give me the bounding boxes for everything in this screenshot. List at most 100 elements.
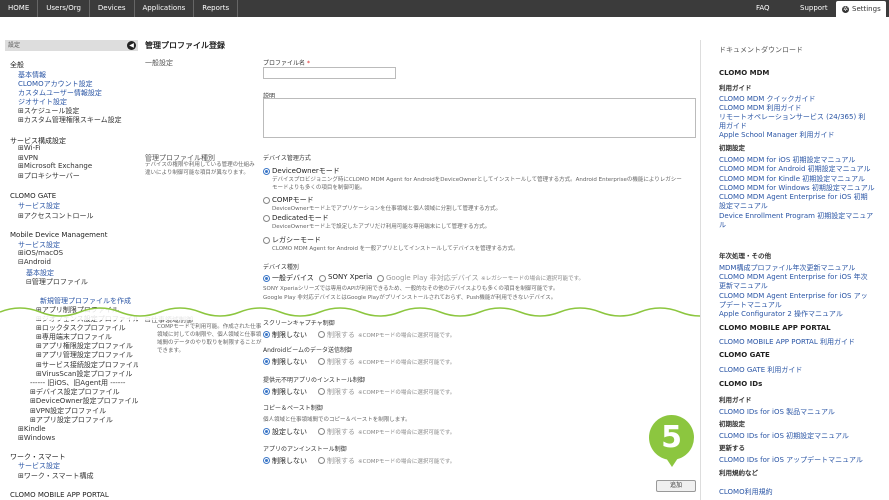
document-link[interactable]: Apple School Manager 利用ガイド: [719, 130, 835, 140]
document-link[interactable]: CLOMO GATE 利用ガイド: [719, 365, 802, 375]
sidebar-item: Mobile Device Management: [10, 231, 108, 239]
mgmt-option-radio[interactable]: [263, 237, 270, 244]
comp-note: ※COMPモードの場合に選択可能です。: [358, 390, 456, 396]
document-heading: 利用ガイド: [719, 84, 752, 92]
profile-name-label: プロファイル名 *: [263, 60, 310, 67]
device-type-noplay-radio[interactable]: [377, 275, 384, 282]
nav-applications[interactable]: Applications: [135, 0, 195, 17]
document-heading: CLOMO MOBILE APP PORTAL: [719, 324, 831, 332]
control-option-radio[interactable]: [263, 428, 270, 435]
sidebar: 設定 ◀ 全般 基本情報 CLOMOアカウント設定 カスタムユーザー情報設定 ジオサイト設…: [0, 40, 138, 500]
sidebar-item[interactable]: サービス設定: [18, 461, 60, 471]
control-label: 提供元不明アプリのインストール制御: [263, 377, 365, 384]
nav-reports[interactable]: Reports: [194, 0, 239, 17]
comp-note: ※COMPモードの場合に選択可能です。: [358, 459, 456, 465]
document-heading: 利用ガイド: [719, 396, 752, 404]
sidebar-item[interactable]: ⊞アプリ設定プロファイル: [30, 415, 113, 425]
document-link[interactable]: CLOMO MDM for Android 初期設定マニュアル: [719, 164, 870, 174]
control-option-radio[interactable]: [318, 358, 325, 365]
control-option-radio[interactable]: [318, 331, 325, 338]
sidebar-item: 全般: [10, 61, 24, 69]
document-heading: CLOMO MDM: [719, 69, 770, 77]
control-option-label: 制限する: [327, 358, 355, 366]
control-option-radio[interactable]: [318, 457, 325, 464]
document-link[interactable]: Apple Configurator 2 操作マニュアル: [719, 309, 843, 319]
comp-note: ※COMPモードの場合に選択可能です。: [358, 333, 456, 339]
document-link[interactable]: CLOMO利用規約: [719, 487, 773, 497]
document-heading: 初期設定: [719, 144, 745, 152]
mgmt-option-radio[interactable]: [263, 215, 270, 222]
document-heading: 更新する: [719, 444, 745, 452]
nav-faq[interactable]: FAQ: [756, 0, 770, 17]
control-option-radio[interactable]: [263, 331, 270, 338]
mgmt-option-radio[interactable]: [263, 168, 270, 175]
sidebar-item[interactable]: ⊟管理プロファイル: [26, 277, 88, 287]
control-label: アプリのアンインストール制御: [263, 446, 347, 453]
mgmt-option-radio[interactable]: [263, 197, 270, 204]
sidebar-item[interactable]: ⊞ワーク・スマート構成: [18, 471, 94, 481]
control-option-label: 制限する: [327, 457, 355, 465]
sidebar-item: CLOMO MOBILE APP PORTAL: [10, 491, 109, 499]
page-title: 管理プロファイル登録: [145, 41, 225, 50]
sidebar-header-label: 設定: [8, 42, 21, 49]
add-button[interactable]: 追加: [656, 480, 696, 492]
document-heading: 初期設定: [719, 420, 745, 428]
nav-support[interactable]: Support: [800, 0, 828, 17]
sidebar-item[interactable]: ⊞カスタム管理権限スキーム設定: [18, 115, 122, 125]
document-link[interactable]: Device Enrollment Program 初期設定マニュア: [719, 211, 873, 221]
sidebar-item[interactable]: ⊞Microsoft Exchange: [18, 162, 92, 170]
control-label: コピー＆ペースト制御: [263, 405, 323, 412]
settings-label: Settings: [852, 5, 881, 13]
nav-settings-tab[interactable]: ✲ Settings: [836, 1, 886, 17]
device-type-xperia-radio[interactable]: [319, 275, 326, 282]
sidebar-item[interactable]: ⊟Android: [18, 258, 51, 266]
sidebar-item[interactable]: ⊞Wi-Fi: [18, 144, 41, 152]
document-link[interactable]: 更新マニュアル: [719, 281, 768, 291]
comp-note: ※COMPモードの場合に選択可能です。: [358, 430, 456, 436]
control-option-radio[interactable]: [263, 457, 270, 464]
collapse-icon[interactable]: ◀: [127, 41, 136, 50]
mgmt-option-desc: DeviceOwnerモード上でアプリケーションを仕事領域と個人領域に分割して管…: [272, 206, 501, 212]
work-section-desc: COMPモードで利用可能。作成された仕事領域に対しての制限や、個人領域と仕事領域…: [157, 324, 262, 354]
control-option-radio[interactable]: [263, 358, 270, 365]
sidebar-item[interactable]: サービス設定: [18, 201, 60, 211]
comp-note: ※COMPモードの場合に選択可能です。: [358, 360, 456, 366]
document-link[interactable]: 設定マニュアル: [719, 201, 768, 211]
gear-icon: ✲: [842, 6, 849, 13]
description-textarea[interactable]: [263, 98, 696, 138]
profile-name-input[interactable]: [263, 67, 396, 79]
document-link[interactable]: ル: [719, 220, 726, 230]
document-link[interactable]: CLOMO IDs for iOS 製品マニュアル: [719, 407, 835, 417]
device-mgmt-label: デバイス管理方式: [263, 155, 311, 162]
control-option-radio[interactable]: [263, 388, 270, 395]
control-option-label: 制限しない: [272, 331, 307, 339]
sidebar-item[interactable]: ⊞VPN: [18, 154, 38, 162]
sidebar-item[interactable]: ⊞DeviceOwner設定プロファイル: [30, 396, 138, 406]
sidebar-item[interactable]: ⊞Windows: [18, 434, 55, 442]
right-panel-title: ドキュメントダウンロード: [719, 46, 803, 54]
sidebar-item[interactable]: ⊞iOS/macOS: [18, 249, 63, 257]
nav-devices[interactable]: Devices: [90, 0, 135, 17]
sidebar-item[interactable]: ⊞アクセスコントロール: [18, 211, 94, 221]
document-heading: CLOMO IDs: [719, 380, 763, 388]
document-link[interactable]: CLOMO IDs for iOS アップデートマニュアル: [719, 455, 863, 465]
control-option-label: 制限する: [327, 331, 355, 339]
document-link[interactable]: CLOMO MOBILE APP PORTAL 利用ガイド: [719, 337, 855, 347]
top-navigation: HOME Users/Org Devices Applications Repo…: [0, 0, 889, 17]
sidebar-item[interactable]: ⊞アプリ管理設定プロファイル: [36, 350, 133, 360]
control-option-label: 制限しない: [272, 358, 307, 366]
sidebar-item[interactable]: ⊞プロキシサーバー: [18, 171, 80, 181]
document-download-panel: ドキュメントダウンロード CLOMO MDM 利用ガイド CLOMO MDM クイッ…: [700, 40, 889, 500]
step-badge-pointer: [664, 455, 680, 467]
control-option-radio[interactable]: [318, 428, 325, 435]
document-heading: 利用規約など: [719, 469, 758, 477]
sidebar-item[interactable]: ⊞Kindle: [18, 425, 46, 433]
device-type-general-radio[interactable]: [263, 275, 270, 282]
control-option-radio[interactable]: [318, 388, 325, 395]
nav-home[interactable]: HOME: [0, 0, 39, 17]
copy-paste-desc: 個人領域と仕事領域間でのコピー＆ペーストを制限します。: [263, 417, 411, 423]
mgmt-option-desc: DeviceOwnerモード上で設定したアプリだけ利用可能な専用端末にして管理す…: [272, 224, 491, 230]
nav-users-org[interactable]: Users/Org: [38, 0, 90, 17]
device-type-label: デバイス種別: [263, 264, 299, 271]
document-link[interactable]: CLOMO IDs for iOS 初期設定マニュアル: [719, 431, 849, 441]
